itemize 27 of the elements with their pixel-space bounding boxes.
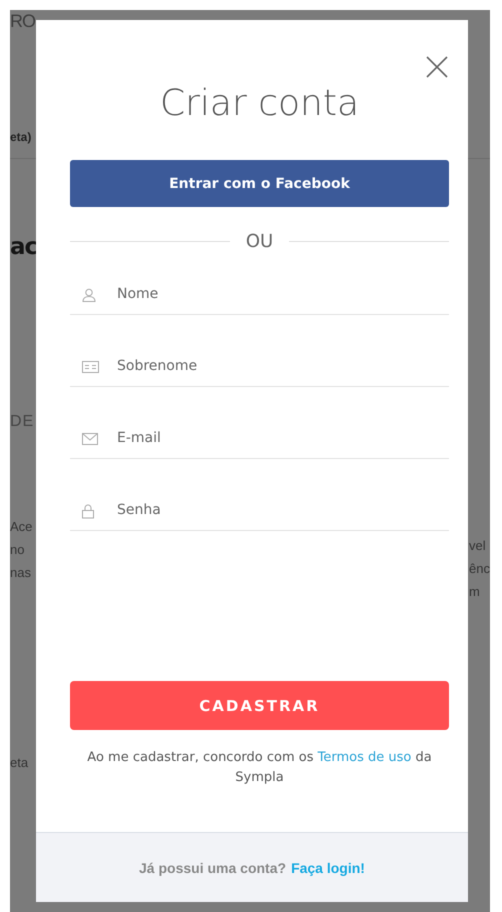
login-link[interactable]: Faça login! xyxy=(291,860,365,876)
close-icon[interactable] xyxy=(426,56,448,78)
lock-icon xyxy=(82,503,94,518)
signup-button[interactable]: CADASTRAR xyxy=(70,681,449,730)
background-text: ac xyxy=(10,233,38,262)
background-text: Ace xyxy=(10,518,32,536)
background-text: ênc xyxy=(469,560,490,578)
terms-link[interactable]: Termos de uso xyxy=(318,750,412,765)
background-text: no xyxy=(10,541,24,559)
facebook-login-button[interactable]: Entrar com o Facebook xyxy=(70,160,449,207)
divider-text: OU xyxy=(246,231,274,252)
login-prompt: Já possui uma conta? xyxy=(139,860,286,876)
background-text: vel xyxy=(469,537,486,555)
background-text: m xyxy=(469,583,480,601)
background-text: eta xyxy=(10,754,28,772)
input-field[interactable]: E-mail xyxy=(70,418,449,459)
background-text: eta) xyxy=(10,129,32,146)
envelope-icon xyxy=(82,432,98,444)
input-field[interactable]: Nome xyxy=(70,274,449,315)
dialog-title: Criar conta xyxy=(158,82,360,126)
input-field[interactable]: Sobrenome xyxy=(70,346,449,387)
input-field[interactable]: Senha xyxy=(70,490,449,531)
background-text: RO xyxy=(10,10,35,32)
person-icon xyxy=(82,288,96,302)
id-card-icon xyxy=(82,360,99,372)
background-text: nas xyxy=(10,564,31,582)
terms-text: Ao me cadastrar, concordo com os Termos de uso da Sympla xyxy=(86,749,433,787)
